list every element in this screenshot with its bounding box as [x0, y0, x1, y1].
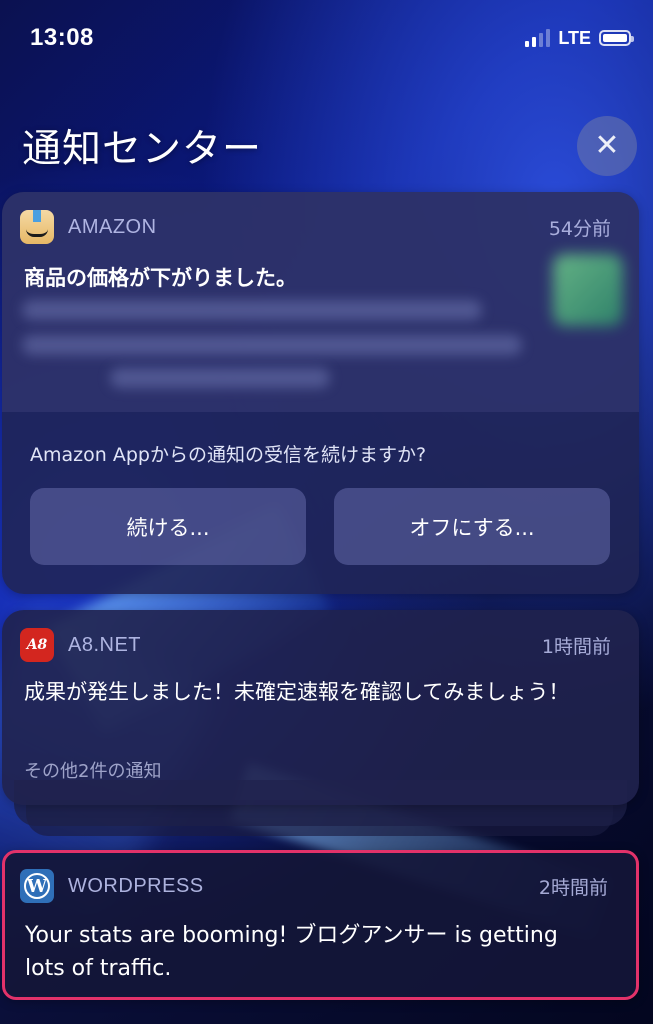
close-icon: ✕ [594, 128, 620, 163]
wordpress-notification-header: W WORDPRESS 2時間前 [5, 853, 636, 919]
amazon-notification-title: 商品の価格が下がりました。 [24, 266, 297, 290]
blurred-text-line [22, 335, 522, 355]
wordpress-timestamp: 2時間前 [538, 876, 608, 899]
a8-app-name: A8.NET [68, 633, 142, 656]
close-button[interactable]: ✕ [577, 116, 637, 176]
notification-center-title: 通知センター [22, 127, 263, 172]
wordpress-notification[interactable]: W WORDPRESS 2時間前 Your stats are booming!… [2, 850, 639, 1000]
turn-off-button[interactable]: オフにする... [334, 488, 610, 565]
blurred-text-line [22, 300, 482, 320]
wordpress-app-icon: W [20, 869, 54, 903]
amazon-notification-header: AMAZON 54分前 [2, 192, 639, 262]
status-bar: 13:08 LTE [0, 0, 653, 76]
blurred-text-line [110, 368, 330, 388]
amazon-timestamp: 54分前 [548, 217, 611, 240]
continue-button[interactable]: 続ける... [30, 488, 306, 565]
a8-more-notifications[interactable]: その他2件の通知 [24, 757, 161, 783]
cellular-signal-icon [525, 29, 551, 47]
a8-timestamp: 1時間前 [541, 635, 611, 658]
a8-notification-body: 成果が発生しました！未確定速報を確認してみましょう！ [24, 680, 570, 704]
a8-app-icon: A8 [20, 628, 54, 662]
notification-continue-prompt: Amazon Appからの通知の受信を続けますか? [30, 444, 427, 466]
wordpress-notification-body: Your stats are booming! ブログアンサー is getti… [25, 923, 558, 981]
amazon-app-icon [20, 210, 54, 244]
battery-icon [599, 30, 634, 46]
a8-notification-header: A8 A8.NET 1時間前 [2, 610, 639, 680]
amazon-app-name: AMAZON [68, 215, 157, 238]
network-type: LTE [558, 27, 591, 48]
wordpress-logo-icon: W [24, 873, 50, 899]
product-thumbnail [553, 254, 623, 326]
status-time: 13:08 [30, 24, 94, 51]
wordpress-app-name: WORDPRESS [68, 874, 204, 897]
status-icons: LTE [525, 27, 634, 49]
